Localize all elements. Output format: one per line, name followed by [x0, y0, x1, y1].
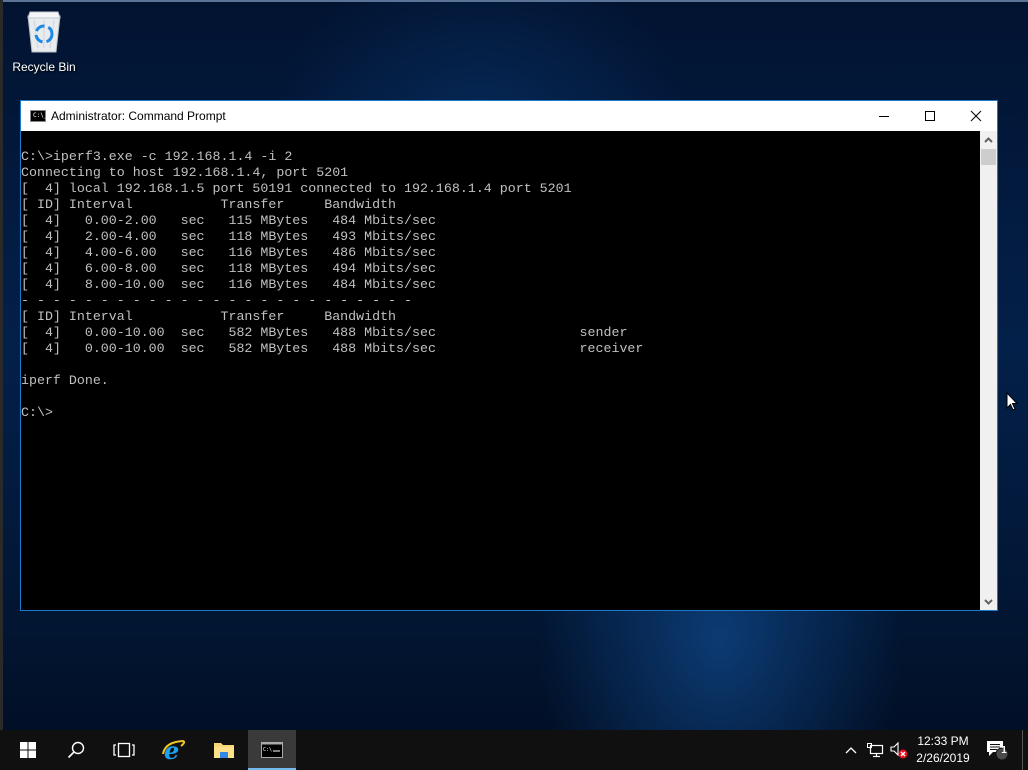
command-prompt-icon: C:\_: [30, 110, 47, 122]
command-prompt-window[interactable]: C:\_ Administrator: Command Prompt C:\>i…: [20, 100, 998, 611]
desktop-icon-recycle-bin[interactable]: Recycle Bin: [8, 8, 80, 74]
search-button[interactable]: [52, 730, 100, 770]
task-view-icon: [113, 742, 135, 758]
scroll-down-button[interactable]: [980, 593, 997, 610]
console-output[interactable]: C:\>iperf3.exe -c 192.168.1.4 -i 2 Connec…: [21, 131, 980, 610]
window-title: Administrator: Command Prompt: [51, 109, 226, 123]
scroll-thumb[interactable]: [981, 149, 996, 165]
command-prompt-icon: C:\: [261, 742, 283, 758]
console-line: - - - - - - - - - - - - - - - - - - - - …: [21, 293, 412, 308]
console-line: [ ID] Interval Transfer Bandwidth: [21, 309, 397, 324]
vertical-scrollbar[interactable]: [980, 131, 997, 610]
clock-time: 12:33 PM: [917, 734, 969, 748]
console-text: C:\>iperf3.exe -c 192.168.1.4 -i 2 Connec…: [21, 131, 980, 421]
console-line: [ 4] 4.00-6.00 sec 116 MBytes 486 Mbits/…: [21, 245, 436, 260]
chevron-down-icon: [984, 598, 993, 605]
file-explorer-button[interactable]: [200, 730, 248, 770]
maximize-button[interactable]: [907, 101, 953, 131]
svg-text:C:\: C:\: [263, 747, 272, 753]
console-line: [ 4] 8.00-10.00 sec 116 MBytes 484 Mbits…: [21, 277, 436, 292]
top-border: [0, 0, 1028, 2]
scroll-up-button[interactable]: [980, 131, 997, 148]
desktop-icon-label: Recycle Bin: [12, 60, 76, 74]
console-line: [ 4] 6.00-8.00 sec 118 MBytes 494 Mbits/…: [21, 261, 436, 276]
windows-logo-icon: [20, 742, 36, 758]
close-icon: [970, 110, 982, 122]
console-line: [ ID] Interval Transfer Bandwidth: [21, 197, 397, 212]
maximize-icon: [925, 111, 935, 121]
search-icon: [67, 741, 85, 759]
mouse-cursor-icon: [1006, 391, 1019, 416]
close-button[interactable]: [953, 101, 999, 131]
internet-explorer-icon: e: [162, 738, 186, 762]
console-line: iperf Done.: [21, 373, 109, 388]
console-line: [ 4] local 192.168.1.5 port 50191 connec…: [21, 181, 572, 196]
speaker-muted-icon: [890, 741, 908, 759]
console-line: C:\>iperf3.exe -c 192.168.1.4 -i 2: [21, 149, 293, 164]
clock[interactable]: 12:33 PM 2/26/2019: [908, 733, 978, 767]
taskbar: e C:\ 12:33 PM 2/26/2019 1: [0, 730, 1028, 770]
file-explorer-icon: [214, 743, 234, 758]
notification-badge: 1: [1001, 745, 1007, 756]
minimize-button[interactable]: [861, 101, 907, 131]
internet-explorer-button[interactable]: e: [150, 730, 198, 770]
show-desktop-button[interactable]: [1022, 730, 1028, 770]
chevron-up-icon: [984, 136, 993, 143]
chevron-up-icon: [845, 747, 857, 754]
recycle-bin-icon: [24, 8, 64, 54]
console-line: [ 4] 0.00-2.00 sec 115 MBytes 484 Mbits/…: [21, 213, 436, 228]
title-bar[interactable]: C:\_ Administrator: Command Prompt: [21, 101, 997, 131]
command-prompt-taskbar-button[interactable]: C:\: [248, 730, 296, 770]
console-line: [ 4] 2.00-4.00 sec 118 MBytes 493 Mbits/…: [21, 229, 436, 244]
show-hidden-icons-button[interactable]: [842, 730, 860, 770]
minimize-icon: [879, 116, 889, 117]
console-line: [ 4] 0.00-10.00 sec 582 MBytes 488 Mbits…: [21, 325, 628, 340]
console-line: [ 4] 0.00-10.00 sec 582 MBytes 488 Mbits…: [21, 341, 644, 356]
task-view-button[interactable]: [100, 730, 148, 770]
left-border: [0, 0, 3, 730]
clock-date: 2/26/2019: [916, 751, 970, 765]
start-button[interactable]: [4, 730, 52, 770]
console-line: C:\>: [21, 405, 53, 420]
network-button[interactable]: [864, 730, 886, 770]
action-center-button[interactable]: 1: [984, 730, 1010, 770]
volume-button[interactable]: [888, 730, 910, 770]
network-icon: [867, 743, 884, 758]
console-line: Connecting to host 192.168.1.4, port 520…: [21, 165, 349, 180]
